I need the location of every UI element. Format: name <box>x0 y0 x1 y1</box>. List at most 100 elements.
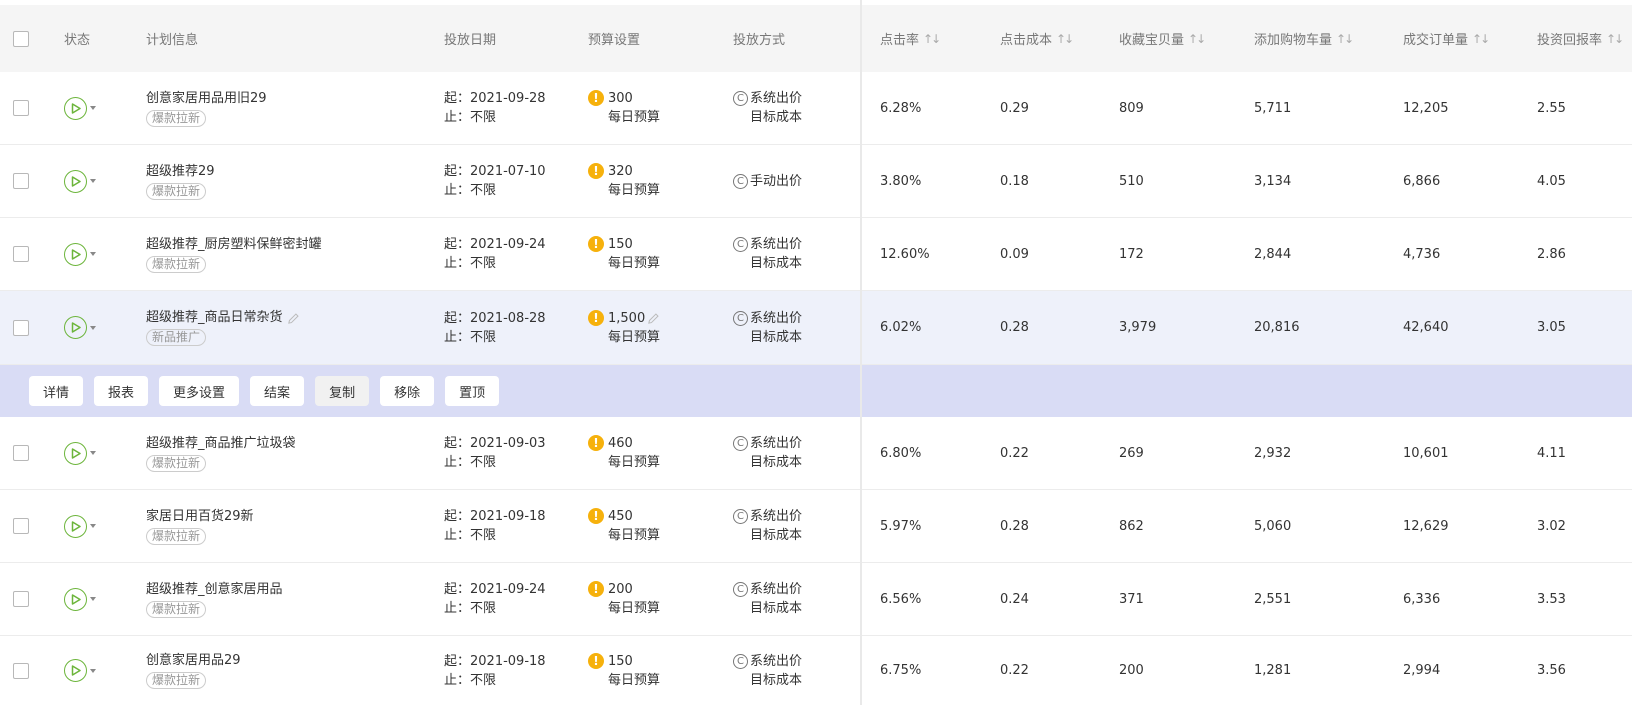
row-checkbox[interactable] <box>13 291 29 364</box>
scrollbar-track[interactable] <box>1632 0 1645 705</box>
row-checkbox[interactable] <box>13 490 29 562</box>
budget-cell: ! 460 每日预算 <box>588 417 660 489</box>
play-icon[interactable] <box>64 587 87 611</box>
play-icon[interactable] <box>64 316 87 339</box>
table-row[interactable]: 超级推荐_创意家居用品 爆款拉新 起：2021-09-24 止：不限 ! 200 每日预… <box>0 563 1632 636</box>
table-row[interactable]: 超级推荐_厨房塑料保鲜密封罐 爆款拉新 起：2021-09-24 止：不限 ! 150… <box>0 218 1632 291</box>
table-row[interactable]: 创意家居用品用旧29 爆款拉新 起：2021-09-28 止：不限 ! 300 每日预算… <box>0 72 1632 145</box>
header-fav[interactable]: 收藏宝贝量 ↑↓ <box>1119 5 1206 72</box>
bid-target: 目标成本 <box>750 455 803 470</box>
finish-button[interactable]: 结案 <box>250 376 305 406</box>
report-button[interactable]: 报表 <box>94 376 149 406</box>
plan-name[interactable]: 家居日用百货29新 <box>146 508 254 526</box>
row-checkbox[interactable] <box>13 218 29 290</box>
row-checkbox[interactable] <box>13 636 29 705</box>
cpc-value: 0.22 <box>1000 663 1029 678</box>
table-row-selected[interactable]: 超级推荐_商品日常杂货 新品推广 起：2021-08-28 止：不限 ! 1,500… <box>0 291 1632 365</box>
row-checkbox[interactable] <box>13 417 29 489</box>
chevron-down-icon[interactable] <box>90 179 96 183</box>
table-row[interactable]: 超级推荐_商品推广垃圾袋 爆款拉新 起：2021-09-03 止：不限 ! 460 每日… <box>0 417 1632 490</box>
table-row[interactable]: 家居日用百货29新 爆款拉新 起：2021-09-18 止：不限 ! 450 每日预算 … <box>0 490 1632 563</box>
warning-icon: ! <box>588 90 604 106</box>
order-value: 10,601 <box>1403 445 1449 461</box>
plan-dates: 起：2021-09-24 止：不限 <box>444 218 546 290</box>
plan-name[interactable]: 超级推荐_商品推广垃圾袋 <box>146 435 296 453</box>
bid-target: 目标成本 <box>750 601 803 616</box>
plan-name[interactable]: 创意家居用品用旧29 <box>146 90 267 108</box>
chevron-down-icon[interactable] <box>90 597 96 601</box>
sort-icon[interactable]: ↑↓ <box>1336 32 1354 46</box>
chevron-down-icon[interactable] <box>90 106 96 110</box>
pin-top-button[interactable]: 置顶 <box>445 376 500 406</box>
sort-icon[interactable]: ↑↓ <box>1056 32 1074 46</box>
play-icon[interactable] <box>64 441 87 465</box>
bid-mode-icon: C <box>733 653 748 669</box>
header-ctr[interactable]: 点击率 ↑↓ <box>880 5 941 72</box>
status-toggle[interactable] <box>64 636 96 705</box>
fav-value: 269 <box>1119 445 1144 461</box>
bid-target: 目标成本 <box>750 256 803 271</box>
edit-icon[interactable] <box>287 312 300 325</box>
bid-mode-icon: C <box>733 436 748 451</box>
end-date: 止：不限 <box>444 110 497 125</box>
table-row[interactable]: 创意家居用品29 爆款拉新 起：2021-09-18 止：不限 ! 150 每日预算 C… <box>0 636 1632 705</box>
budget-cell: ! 300 每日预算 <box>588 72 660 144</box>
order-value: 6,336 <box>1403 591 1441 607</box>
ctr-value: 6.28% <box>880 100 922 116</box>
more-settings-button[interactable]: 更多设置 <box>159 376 240 406</box>
header-cpc[interactable]: 点击成本 ↑↓ <box>1000 5 1074 72</box>
budget-cell: ! 150 每日预算 <box>588 636 660 705</box>
chevron-down-icon[interactable] <box>90 252 96 256</box>
status-toggle[interactable] <box>64 145 96 217</box>
chevron-down-icon[interactable] <box>90 668 96 673</box>
remove-button[interactable]: 移除 <box>380 376 435 406</box>
play-icon[interactable] <box>64 659 87 682</box>
detail-button[interactable]: 详情 <box>29 376 84 406</box>
status-toggle[interactable] <box>64 218 96 290</box>
sort-icon[interactable]: ↑↓ <box>923 32 941 46</box>
chevron-down-icon[interactable] <box>90 325 96 330</box>
budget-value: 460 <box>608 436 633 451</box>
status-toggle[interactable] <box>64 563 96 635</box>
play-icon[interactable] <box>64 96 87 120</box>
copy-button[interactable]: 复制 <box>315 376 370 406</box>
table-row[interactable]: 超级推荐29 爆款拉新 起：2021-07-10 止：不限 ! 320 每日预算 C 手动… <box>0 145 1632 218</box>
cart-value: 2,932 <box>1254 445 1292 461</box>
warning-icon: ! <box>588 163 604 179</box>
header-cart[interactable]: 添加购物车量 ↑↓ <box>1254 5 1354 72</box>
budget-value[interactable]: 1,500 <box>608 309 660 328</box>
chevron-down-icon[interactable] <box>90 524 96 528</box>
plan-name[interactable]: 超级推荐29 <box>146 163 215 181</box>
row-checkbox[interactable] <box>13 563 29 635</box>
select-all-checkbox[interactable] <box>13 5 29 72</box>
sort-icon[interactable]: ↑↓ <box>1606 32 1624 46</box>
bid-cell: C 系统出价 目标成本 <box>733 72 802 144</box>
status-toggle[interactable] <box>64 417 96 489</box>
plan-name[interactable]: 超级推荐_厨房塑料保鲜密封罐 <box>146 236 322 254</box>
plan-name[interactable]: 超级推荐_商品日常杂货 <box>146 309 300 327</box>
cart-value: 20,816 <box>1254 320 1300 335</box>
status-toggle[interactable] <box>64 291 96 364</box>
plan-name[interactable]: 超级推荐_创意家居用品 <box>146 581 283 599</box>
sort-icon[interactable]: ↑↓ <box>1188 32 1206 46</box>
header-roi[interactable]: 投资回报率 ↑↓ <box>1537 5 1624 72</box>
edit-icon[interactable] <box>647 312 660 325</box>
sort-icon[interactable]: ↑↓ <box>1472 32 1490 46</box>
budget-cell: ! 320 每日预算 <box>588 145 660 217</box>
header-order[interactable]: 成交订单量 ↑↓ <box>1403 5 1490 72</box>
play-icon[interactable] <box>64 242 87 266</box>
chevron-down-icon[interactable] <box>90 451 96 455</box>
plan-dates: 起：2021-07-10 止：不限 <box>444 145 546 217</box>
header-status: 状态 <box>64 33 91 48</box>
status-toggle[interactable] <box>64 490 96 562</box>
play-icon[interactable] <box>64 514 87 538</box>
budget-cell: ! 1,500 每日预算 <box>588 291 660 364</box>
row-checkbox[interactable] <box>13 145 29 217</box>
row-checkbox[interactable] <box>13 72 29 144</box>
plan-name[interactable]: 创意家居用品29 <box>146 652 241 670</box>
status-toggle[interactable] <box>64 72 96 144</box>
bid-mode-icon: C <box>733 310 748 326</box>
play-icon[interactable] <box>64 169 87 193</box>
warning-icon: ! <box>588 652 604 669</box>
cart-value: 5,060 <box>1254 518 1292 534</box>
